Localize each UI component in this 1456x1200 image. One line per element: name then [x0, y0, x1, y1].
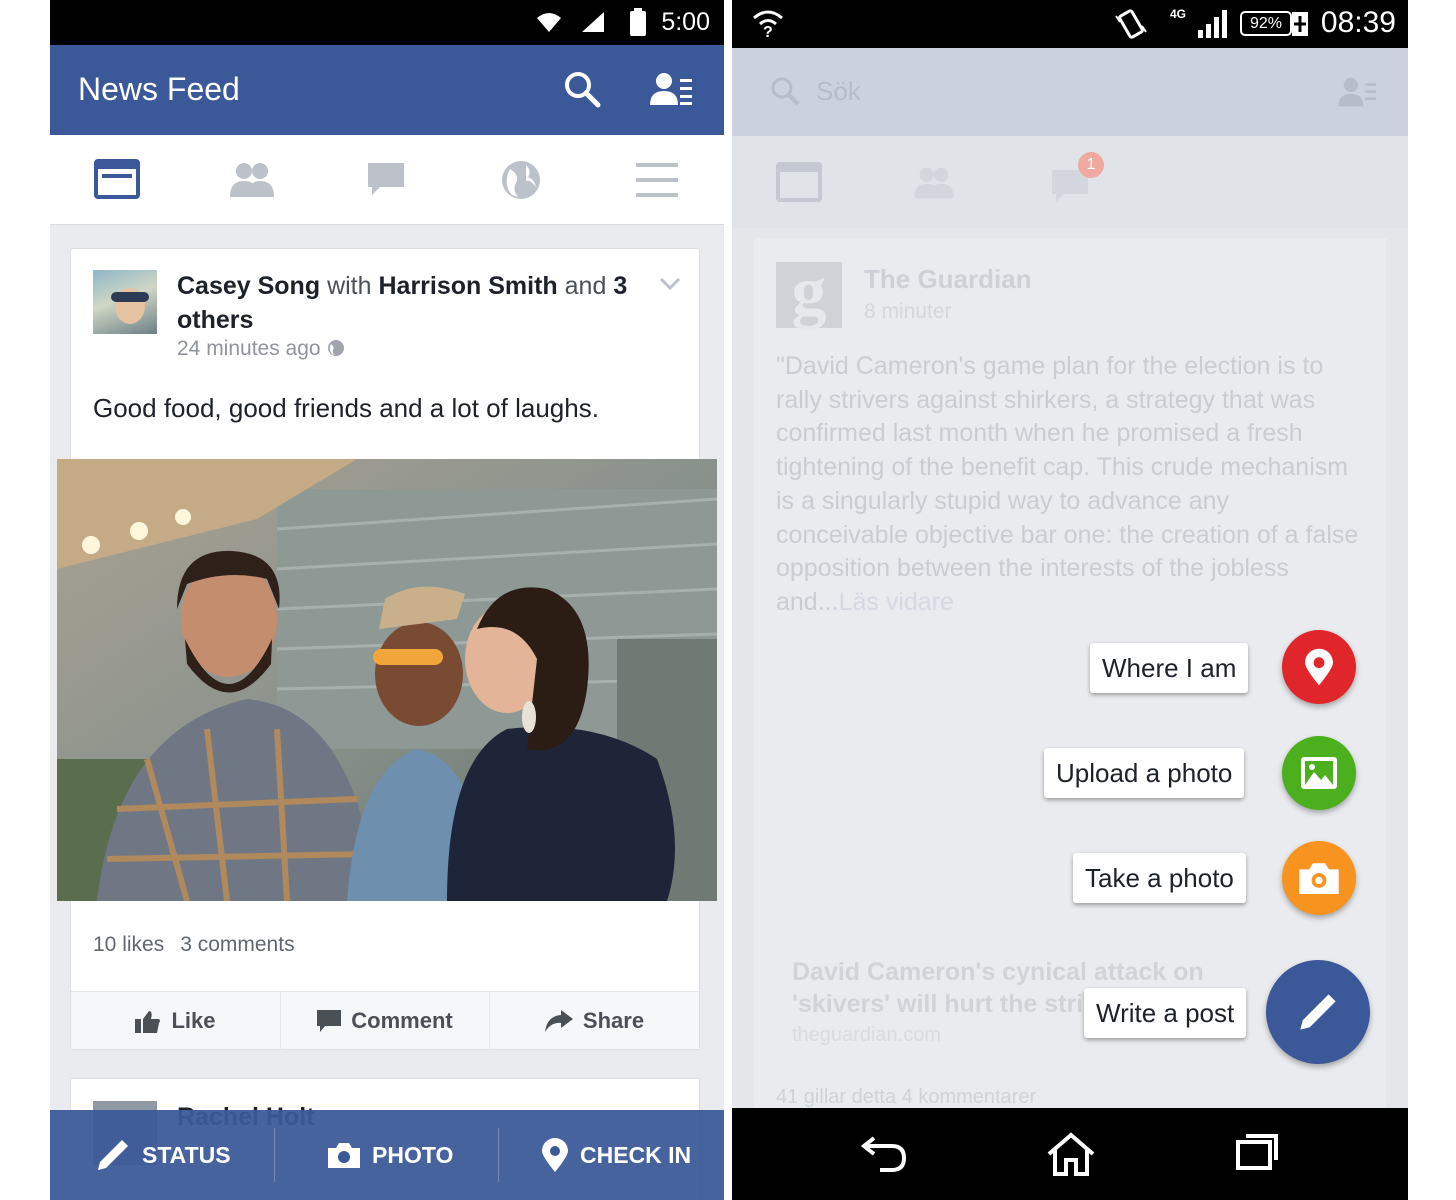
- friends-icon[interactable]: [914, 164, 954, 200]
- engagement-counts[interactable]: 41 gillar detta 4 kommentarer: [776, 1086, 1036, 1109]
- search-bar[interactable]: Sök: [732, 48, 1408, 136]
- tab-bar: [50, 135, 724, 225]
- source-name[interactable]: The Guardian: [864, 264, 1032, 295]
- share-button[interactable]: Share: [490, 992, 699, 1050]
- cell-signal-icon: [582, 12, 604, 32]
- image-icon: [1301, 757, 1337, 789]
- post-header: Casey Song with Harrison Smith and 3 oth…: [177, 269, 637, 337]
- read-more-link[interactable]: Läs vidare: [839, 588, 954, 616]
- wifi-icon: [537, 13, 561, 32]
- battery-icon: [630, 8, 646, 36]
- post-text: "David Cameron's game plan for the elect…: [776, 350, 1366, 620]
- chevron-down-icon[interactable]: [659, 277, 681, 291]
- post-timestamp: 24 minutes ago: [177, 337, 321, 360]
- thumbs-up-icon: [135, 1011, 161, 1033]
- status-bar: ? 4G 92% 08:39: [732, 0, 1408, 48]
- friend-requests-icon[interactable]: [650, 71, 694, 109]
- write-post-button[interactable]: [1266, 960, 1370, 1064]
- photo-label: PHOTO: [372, 1141, 454, 1168]
- post-photo[interactable]: [57, 459, 717, 901]
- status-label: STATUS: [142, 1141, 231, 1168]
- page-title: News Feed: [78, 71, 240, 107]
- write-post-label[interactable]: Write a post: [1084, 988, 1247, 1038]
- status-bar: 5:00: [50, 0, 724, 45]
- post-card: Casey Song with Harrison Smith and 3 oth…: [57, 248, 717, 1050]
- pencil-icon: [98, 1140, 128, 1170]
- take-photo-label[interactable]: Take a photo: [1073, 853, 1246, 903]
- guardian-logo[interactable]: g: [776, 257, 842, 328]
- battery-level: 92%: [1240, 11, 1292, 36]
- like-label: Like: [171, 1008, 216, 1033]
- avatar[interactable]: [93, 270, 157, 334]
- search-input[interactable]: Sök: [816, 76, 861, 107]
- search-icon: [771, 77, 800, 106]
- status-time: 5:00: [661, 8, 710, 36]
- app-bar: News Feed: [50, 45, 724, 135]
- comments-count[interactable]: 3 comments: [180, 933, 294, 956]
- link-domain: theguardian.com: [792, 1024, 941, 1046]
- recent-apps-icon[interactable]: [1236, 1132, 1280, 1172]
- friends-icon[interactable]: [230, 159, 274, 199]
- system-nav-bar: [732, 1108, 1408, 1200]
- tagged-name[interactable]: Harrison Smith: [378, 272, 557, 300]
- news-feed-icon[interactable]: [776, 162, 822, 202]
- like-button[interactable]: Like: [71, 992, 281, 1050]
- cell-signal-icon: [1198, 10, 1227, 38]
- globe-icon[interactable]: [500, 159, 542, 201]
- where-i-am-button[interactable]: [1282, 630, 1356, 704]
- likes-count[interactable]: 10 likes: [93, 933, 164, 956]
- wifi-question-icon: ?: [753, 10, 783, 38]
- camera-icon: [1299, 863, 1339, 894]
- tab-bar: 1: [732, 136, 1408, 228]
- messages-icon[interactable]: [366, 159, 406, 199]
- status-button[interactable]: STATUS: [96, 1110, 231, 1200]
- post-text: Good food, good friends and a lot of lau…: [93, 393, 599, 423]
- back-icon[interactable]: [860, 1132, 908, 1174]
- svg-text:?: ?: [763, 24, 773, 38]
- post-time: 24 minutes ago: [177, 337, 345, 361]
- news-feed-icon[interactable]: [94, 159, 140, 199]
- left-phone-screen: 5:00 News Feed Casey Song with Harrison …: [50, 0, 724, 1200]
- menu-icon[interactable]: [636, 163, 678, 197]
- location-pin-icon: [542, 1138, 568, 1172]
- vibrate-icon: [1115, 9, 1147, 39]
- and-word: and: [564, 272, 607, 300]
- pencil-icon: [1300, 994, 1336, 1030]
- search-icon[interactable]: [562, 69, 602, 109]
- right-phone-screen: ? 4G 92% 08:39 Sök 1 g The Guardian 8 mi…: [732, 0, 1408, 1200]
- comment-button[interactable]: Comment: [281, 992, 490, 1050]
- composer-bar: STATUS PHOTO CHECK IN: [50, 1110, 724, 1200]
- post-timestamp: 8 minuter: [864, 300, 952, 323]
- where-i-am-label[interactable]: Where I am: [1090, 643, 1249, 693]
- photo-button[interactable]: PHOTO: [328, 1110, 453, 1200]
- share-arrow-icon: [544, 1010, 573, 1032]
- home-icon[interactable]: [1046, 1132, 1096, 1176]
- friend-requests-icon[interactable]: [1338, 76, 1378, 110]
- charging-icon: [1292, 12, 1308, 36]
- upload-photo-label[interactable]: Upload a photo: [1044, 748, 1245, 798]
- share-label: Share: [582, 1008, 645, 1033]
- location-pin-icon: [1305, 648, 1333, 686]
- engagement-counts[interactable]: 10 likes 3 comments: [93, 933, 295, 957]
- check-in-button[interactable]: CHECK IN: [542, 1110, 691, 1200]
- with-word: with: [327, 272, 372, 300]
- take-photo-button[interactable]: [1282, 841, 1356, 915]
- notification-badge: 1: [1078, 152, 1104, 178]
- upload-photo-button[interactable]: [1282, 736, 1356, 810]
- comment-icon: [317, 1010, 342, 1032]
- post-body: "David Cameron's game plan for the elect…: [776, 352, 1359, 616]
- camera-icon: [328, 1143, 360, 1168]
- network-type: 4G: [1170, 7, 1187, 21]
- author-name[interactable]: Casey Song: [177, 272, 320, 300]
- globe-privacy-icon: [327, 340, 344, 356]
- comment-label: Comment: [351, 1008, 453, 1033]
- check-in-label: CHECK IN: [580, 1141, 692, 1168]
- status-time: 08:39: [1320, 6, 1396, 39]
- post-actions: Like Comment Share: [71, 991, 699, 1050]
